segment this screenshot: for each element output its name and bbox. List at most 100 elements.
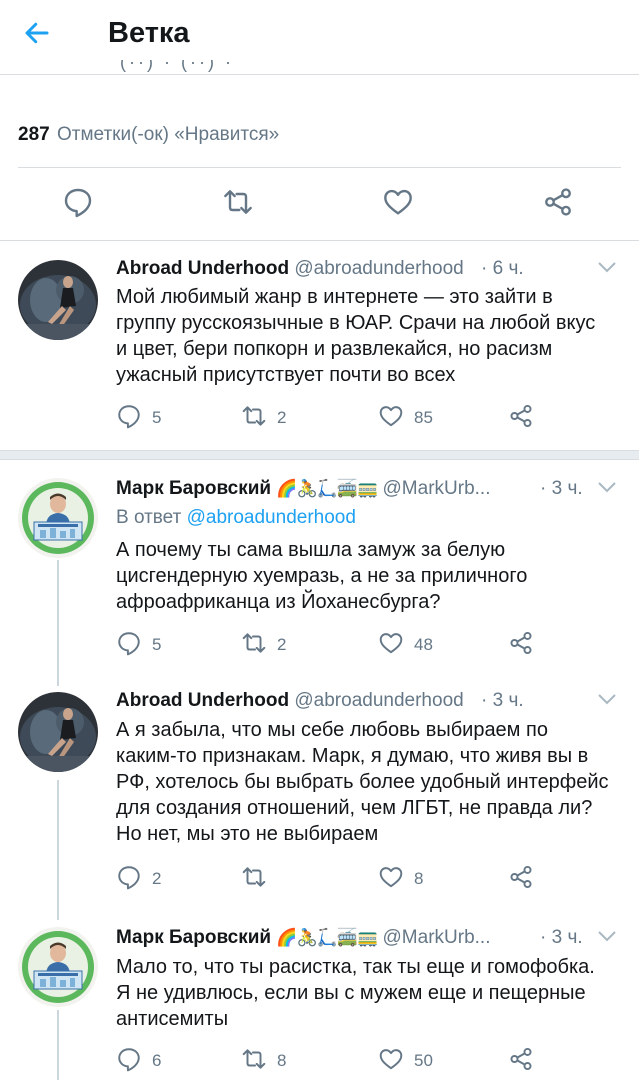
author-name: Abroad Underhood [116, 258, 290, 279]
reply-icon [116, 630, 142, 661]
reply-to-handle[interactable]: @abroadunderhood [187, 507, 356, 528]
tweet-menu-button[interactable] [597, 480, 617, 494]
share-icon [508, 403, 534, 434]
arrow-left-icon [22, 22, 52, 52]
tweet-menu-button[interactable] [597, 692, 617, 706]
tweet-author[interactable]: Abroad Underhood @abroadunderhood [116, 690, 464, 712]
retweet-icon [241, 403, 267, 434]
chevron-down-icon [597, 481, 617, 498]
header-divider [0, 74, 639, 75]
reply-count: 5 [152, 635, 162, 654]
likes-label: Отметки(-ок) «Нравится» [56, 124, 280, 145]
reply-count: 5 [152, 408, 162, 427]
reply-button[interactable]: 6 [116, 1047, 161, 1075]
retweet-button[interactable]: 2 [241, 404, 286, 432]
tweet[interactable]: Abroad Underhood @abroadunderhood · 3 ч.… [0, 690, 639, 900]
top-bar: Ветка (··) · (··) · [0, 0, 639, 72]
like-button[interactable]: 48 [378, 631, 433, 659]
share-button[interactable] [542, 186, 578, 222]
reply-to: В ответ @abroadunderhood [116, 507, 356, 529]
like-button[interactable]: 50 [378, 1047, 433, 1075]
like-count: 50 [414, 1051, 433, 1070]
chevron-down-icon [597, 693, 617, 710]
avatar[interactable] [18, 927, 98, 1007]
heart-icon [378, 403, 404, 434]
like-button[interactable]: 85 [378, 404, 433, 432]
tweet-actions: 6 8 50 [116, 1047, 546, 1075]
tweet-text: А я забыла, что мы себе любовь выбираем … [116, 719, 609, 845]
tweet-time: · 3 ч. [540, 927, 583, 948]
tweet-author[interactable]: Марк Баровский 🌈🚴🛴🚎🚃 @MarkUrb... [116, 927, 490, 949]
author-emojis: 🌈🚴🛴🚎🚃 [276, 928, 378, 947]
like-count: 8 [414, 869, 424, 888]
reply-button[interactable] [62, 186, 98, 222]
tweet-menu-button[interactable] [597, 929, 617, 943]
tweet-actions: 5 2 85 [116, 404, 546, 432]
author-handle: @abroadunderhood [294, 258, 464, 279]
author-handle: @MarkUrb... [382, 927, 491, 948]
retweet-button[interactable] [222, 186, 258, 222]
divider [0, 240, 639, 241]
tweet-actions: 5 2 48 [116, 631, 546, 659]
retweet-button[interactable] [241, 865, 277, 893]
tweet-text: А почему ты сама вышла замуж за белую ци… [116, 539, 528, 613]
tweet-text: Мой любимый жанр в интернете — это зайти… [116, 286, 596, 386]
reply-button[interactable]: 5 [116, 404, 161, 432]
retweet-button[interactable]: 8 [241, 1047, 286, 1075]
reply-icon [116, 403, 142, 434]
avatar[interactable] [18, 260, 98, 340]
divider [18, 167, 621, 168]
retweet-icon [241, 630, 267, 661]
tweet[interactable]: Марк Баровский 🌈🚴🛴🚎🚃 @MarkUrb... · 3 ч. … [0, 478, 639, 668]
chevron-down-icon [597, 261, 617, 278]
retweet-count: 2 [277, 635, 287, 654]
share-icon [508, 864, 534, 895]
share-icon [542, 188, 574, 222]
retweet-button[interactable]: 2 [241, 631, 286, 659]
tweet-actions: 2 8 [116, 865, 546, 893]
tweet-author[interactable]: Abroad Underhood @abroadunderhood [116, 258, 464, 280]
likes-summary[interactable]: 287 Отметки(-ок) «Нравится» [18, 124, 279, 146]
like-count: 85 [414, 408, 433, 427]
back-button[interactable] [22, 18, 62, 54]
tweet-time: · 3 ч. [540, 478, 583, 499]
like-count: 48 [414, 635, 433, 654]
author-name: Марк Баровский [116, 927, 272, 948]
avatar[interactable] [18, 478, 98, 558]
tweet-time: · 3 ч. [481, 690, 524, 711]
reply-button[interactable]: 2 [116, 865, 161, 893]
main-tweet-actions [0, 186, 639, 226]
reply-to-label: В ответ [116, 507, 182, 528]
reply-button[interactable]: 5 [116, 631, 161, 659]
heart-icon [378, 630, 404, 661]
likes-count: 287 [18, 124, 50, 145]
tweet-text: Мало то, что ты расистка, так ты еще и г… [116, 956, 595, 1030]
like-button[interactable] [382, 186, 418, 222]
heart-icon [382, 189, 414, 222]
author-handle: @abroadunderhood [294, 690, 464, 711]
retweet-count: 2 [277, 408, 287, 427]
tweet[interactable]: Марк Баровский 🌈🚴🛴🚎🚃 @MarkUrb... · 3 ч. … [0, 927, 639, 1080]
conversation-separator [0, 450, 639, 460]
author-name: Abroad Underhood [116, 690, 290, 711]
share-button[interactable] [508, 865, 534, 893]
retweet-count: 8 [277, 1051, 287, 1070]
avatar[interactable] [18, 692, 98, 772]
author-emojis: 🌈🚴🛴🚎🚃 [276, 479, 378, 498]
tweet-author[interactable]: Марк Баровский 🌈🚴🛴🚎🚃 @MarkUrb... [116, 478, 490, 500]
reply-icon [116, 1046, 142, 1077]
like-button[interactable]: 8 [378, 865, 423, 893]
share-button[interactable] [508, 404, 534, 432]
share-button[interactable] [508, 1047, 534, 1075]
reply-count: 2 [152, 869, 162, 888]
retweet-icon [241, 864, 267, 895]
cut-off-text: (··) · (··) · [120, 60, 234, 72]
share-icon [508, 630, 534, 661]
tweet[interactable]: Abroad Underhood @abroadunderhood · 6 ч.… [0, 258, 639, 450]
share-button[interactable] [508, 631, 534, 659]
retweet-icon [241, 1046, 267, 1077]
tweet-time: · 6 ч. [481, 258, 524, 279]
tweet-menu-button[interactable] [597, 260, 617, 274]
share-icon [508, 1046, 534, 1077]
reply-count: 6 [152, 1051, 162, 1070]
